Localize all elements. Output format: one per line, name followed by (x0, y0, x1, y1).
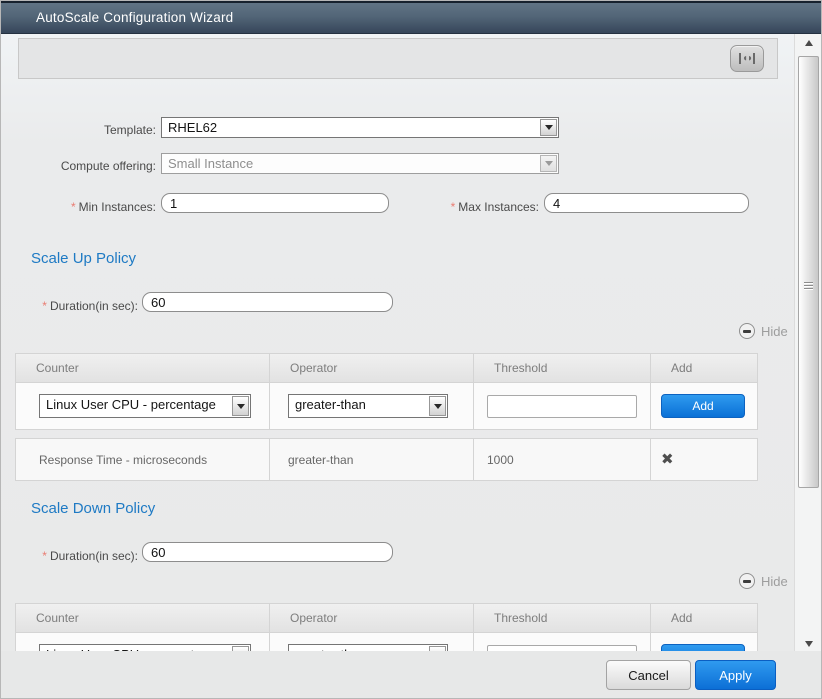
chevron-down-icon (232, 396, 249, 416)
scrollbar-thumb[interactable] (798, 56, 819, 488)
scale-down-hide-toggle[interactable]: Hide (739, 573, 788, 589)
required-asterisk: * (451, 200, 456, 214)
condition-editor-row: Linux User CPU - percentage greater-than… (16, 383, 757, 429)
template-select[interactable]: RHEL62 (161, 117, 559, 138)
autoscale-wizard-dialog: AutoScale Configuration Wizard ◖◗ Templa… (0, 0, 822, 699)
condition-operator: greater-than (288, 453, 353, 467)
scale-up-conditions-list: Response Time - microseconds greater-tha… (15, 438, 758, 481)
scale-up-hide-toggle[interactable]: Hide (739, 323, 788, 339)
operator-column-header: Operator (270, 604, 474, 633)
scrollbar-grip-icon (804, 282, 813, 291)
cancel-button[interactable]: Cancel (606, 660, 691, 690)
condition-editor-row: Linux User CPU - percentage greater-than… (16, 633, 757, 653)
min-instances-input[interactable] (161, 193, 389, 213)
dialog-titlebar: AutoScale Configuration Wizard (1, 1, 822, 34)
template-icon: ◖◗ (739, 53, 755, 64)
dialog-title: AutoScale Configuration Wizard (36, 10, 233, 25)
compute-offering-select: Small Instance (161, 153, 559, 174)
required-asterisk: * (42, 549, 47, 563)
scale-up-counter-select[interactable]: Linux User CPU - percentage (39, 394, 251, 418)
add-column-header: Add (651, 604, 757, 633)
scale-up-policy-heading: Scale Up Policy (31, 250, 136, 267)
template-select-value: RHEL62 (162, 118, 539, 137)
required-asterisk: * (71, 200, 76, 214)
min-instances-label: *Min Instances: (1, 197, 156, 217)
scale-up-policy-table: Counter Operator Threshold Add Linux Use… (15, 353, 758, 430)
template-iso-toggle-button[interactable]: ◖◗ (730, 45, 764, 72)
chevron-down-icon (540, 155, 557, 172)
operator-select-value: greater-than (289, 395, 428, 417)
minus-icon (739, 573, 755, 589)
counter-column-header: Counter (16, 604, 270, 633)
table-header-row: Counter Operator Threshold Add (16, 604, 757, 633)
table-header-row: Counter Operator Threshold Add (16, 354, 757, 383)
scale-up-duration-input[interactable] (142, 292, 393, 312)
hide-label: Hide (761, 324, 788, 339)
condition-counter: Response Time - microseconds (39, 453, 207, 467)
template-type-panel: ◖◗ (18, 38, 778, 79)
scroll-up-arrow-icon[interactable] (795, 37, 822, 51)
condition-threshold: 1000 (487, 453, 514, 467)
scale-up-threshold-input[interactable] (487, 395, 637, 418)
operator-column-header: Operator (270, 354, 474, 383)
chevron-down-icon (429, 396, 446, 416)
minus-icon (739, 323, 755, 339)
scale-down-duration-label: *Duration(in sec): (1, 546, 138, 566)
max-instances-label: *Max Instances: (401, 197, 539, 217)
threshold-column-header: Threshold (474, 604, 651, 633)
apply-button[interactable]: Apply (695, 660, 776, 690)
counter-select-value: Linux User CPU - percentage (40, 395, 231, 417)
scroll-down-arrow-icon[interactable] (795, 636, 822, 650)
scale-up-add-button[interactable]: Add (661, 394, 745, 418)
scale-up-operator-select[interactable]: greater-than (288, 394, 448, 418)
chevron-down-icon (540, 119, 557, 136)
scale-up-duration-label: *Duration(in sec): (1, 296, 138, 316)
compute-offering-label: Compute offering: (1, 156, 156, 176)
dialog-body: ◖◗ Template: RHEL62 Compute offering: Sm… (1, 34, 822, 653)
dialog-footer: Cancel Apply (1, 651, 822, 698)
scale-down-duration-input[interactable] (142, 542, 393, 562)
delete-icon[interactable]: ✖ (661, 452, 674, 467)
template-label: Template: (1, 120, 156, 140)
required-asterisk: * (42, 299, 47, 313)
threshold-column-header: Threshold (474, 354, 651, 383)
max-instances-input[interactable] (544, 193, 749, 213)
scale-down-policy-heading: Scale Down Policy (31, 500, 155, 517)
hide-label: Hide (761, 574, 788, 589)
table-row: Response Time - microseconds greater-tha… (16, 439, 757, 480)
vertical-scrollbar[interactable] (794, 34, 822, 653)
counter-column-header: Counter (16, 354, 270, 383)
add-column-header: Add (651, 354, 757, 383)
compute-offering-select-value: Small Instance (162, 154, 539, 173)
scale-down-policy-table: Counter Operator Threshold Add Linux Use… (15, 603, 758, 653)
